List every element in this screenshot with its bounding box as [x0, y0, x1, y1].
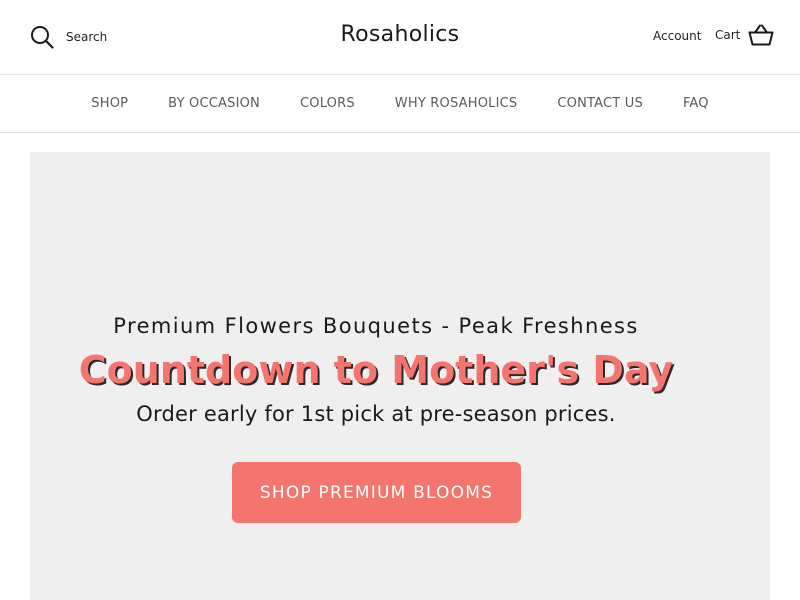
site-header: Search Rosaholics Account Cart [0, 0, 800, 75]
hero-subtitle: Premium Flowers Bouquets - Peak Freshnes… [113, 314, 639, 338]
cart-label[interactable]: Cart [715, 28, 740, 42]
search-label[interactable]: Search [66, 30, 107, 44]
nav-item-by-occasion[interactable]: BY OCCASION [148, 96, 280, 111]
hero-title: Countdown to Mother's Day [78, 348, 674, 392]
main-navigation: SHOP BY OCCASION COLORS WHY ROSAHOLICS C… [0, 75, 800, 133]
search-icon[interactable] [30, 25, 54, 49]
nav-item-shop[interactable]: SHOP [71, 96, 148, 111]
hero-description: Order early for 1st pick at pre-season p… [136, 402, 616, 426]
cart-basket-icon[interactable] [748, 24, 774, 46]
nav-item-colors[interactable]: COLORS [280, 96, 375, 111]
hero-banner: Premium Flowers Bouquets - Peak Freshnes… [30, 152, 770, 600]
nav-item-why-rosaholics[interactable]: WHY ROSAHOLICS [375, 96, 538, 111]
account-link[interactable]: Account [653, 29, 701, 43]
nav-item-faq[interactable]: FAQ [663, 96, 729, 111]
nav-item-contact-us[interactable]: CONTACT US [537, 96, 663, 111]
search-link[interactable]: Search [30, 24, 107, 50]
cart-link[interactable]: Cart [715, 24, 774, 46]
shop-premium-blooms-button[interactable]: SHOP PREMIUM BLOOMS [232, 462, 521, 523]
site-logo[interactable]: Rosaholics [341, 22, 460, 47]
